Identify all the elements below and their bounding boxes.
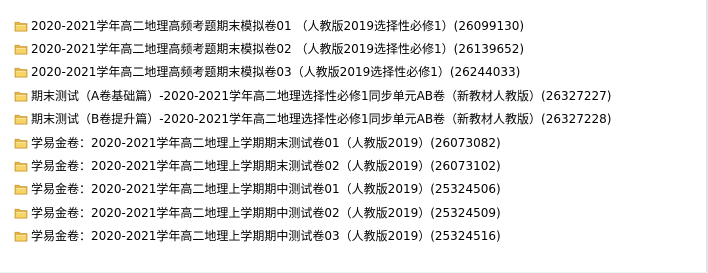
folder-name: 期末测试（B卷提升篇）-2020-2021学年高二地理选择性必修1同步单元AB卷… <box>31 112 612 127</box>
folder-item[interactable]: 学易金卷：2020-2021学年高二地理上学期期末测试卷02（人教版2019）(… <box>14 154 704 177</box>
folder-item[interactable]: 期末测试（A卷基础篇）-2020-2021学年高二地理选择性必修1同步单元AB卷… <box>14 84 704 107</box>
folder-icon <box>14 206 28 220</box>
folder-icon <box>14 42 28 56</box>
folder-name: 学易金卷：2020-2021学年高二地理上学期期中测试卷01（人教版2019）(… <box>31 182 501 197</box>
folder-icon <box>14 19 28 33</box>
folder-icon <box>14 159 28 173</box>
folder-icon <box>14 89 28 103</box>
folder-name: 学易金卷：2020-2021学年高二地理上学期期中测试卷03（人教版2019）(… <box>31 229 501 244</box>
folder-item[interactable]: 2020-2021学年高二地理高频考题期末模拟卷02 （人教版2019选择性必修… <box>14 37 704 60</box>
folder-item[interactable]: 期末测试（B卷提升篇）-2020-2021学年高二地理选择性必修1同步单元AB卷… <box>14 108 704 131</box>
folder-name: 2020-2021学年高二地理高频考题期末模拟卷03（人教版2019选择性必修1… <box>31 65 521 80</box>
folder-item[interactable]: 2020-2021学年高二地理高频考题期末模拟卷03（人教版2019选择性必修1… <box>14 61 704 84</box>
folder-name: 学易金卷：2020-2021学年高二地理上学期期末测试卷02（人教版2019）(… <box>31 159 501 174</box>
folder-name: 学易金卷：2020-2021学年高二地理上学期期中测试卷02（人教版2019）(… <box>31 205 501 220</box>
folder-item[interactable]: 学易金卷：2020-2021学年高二地理上学期期中测试卷02（人教版2019）(… <box>14 201 704 224</box>
file-list: 2020-2021学年高二地理高频考题期末模拟卷01 （人教版2019选择性必修… <box>14 14 704 264</box>
folder-name: 2020-2021学年高二地理高频考题期末模拟卷01 （人教版2019选择性必修… <box>31 18 525 33</box>
folder-name: 2020-2021学年高二地理高频考题期末模拟卷02 （人教版2019选择性必修… <box>31 42 525 57</box>
folder-item[interactable]: 2020-2021学年高二地理高频考题期末模拟卷01 （人教版2019选择性必修… <box>14 14 704 37</box>
folder-icon <box>14 65 28 79</box>
folder-icon <box>14 136 28 150</box>
folder-item[interactable]: 学易金卷：2020-2021学年高二地理上学期期中测试卷01（人教版2019）(… <box>14 178 704 201</box>
folder-icon <box>14 182 28 196</box>
folder-icon <box>14 112 28 126</box>
folder-icon <box>14 229 28 243</box>
folder-name: 期末测试（A卷基础篇）-2020-2021学年高二地理选择性必修1同步单元AB卷… <box>31 88 612 103</box>
folder-item[interactable]: 学易金卷：2020-2021学年高二地理上学期期中测试卷03（人教版2019）(… <box>14 225 704 248</box>
folder-name: 学易金卷：2020-2021学年高二地理上学期期末测试卷01（人教版2019）(… <box>31 135 501 150</box>
folder-item[interactable]: 学易金卷：2020-2021学年高二地理上学期期末测试卷01（人教版2019）(… <box>14 131 704 154</box>
